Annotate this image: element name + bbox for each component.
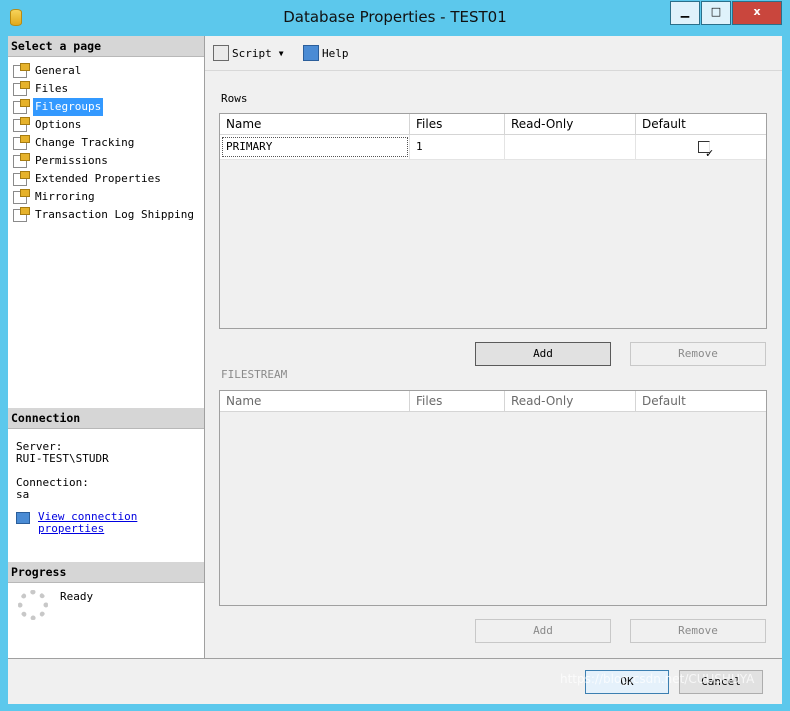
filestream-label: FILESTREAM <box>221 368 288 381</box>
page-icon <box>13 188 30 204</box>
sidebar-item-general[interactable]: General <box>8 62 204 80</box>
help-button[interactable]: Help <box>303 45 349 61</box>
column-header[interactable]: Name <box>220 114 410 134</box>
sidebar-item-transaction-log-shipping[interactable]: Transaction Log Shipping <box>8 206 204 224</box>
sidebar-item-label: Filegroups <box>33 98 104 116</box>
column-header[interactable]: Files <box>410 114 505 134</box>
column-header[interactable]: Default <box>636 391 766 411</box>
title-bar[interactable]: Database Properties - TEST01 ▁ □ x <box>0 0 790 36</box>
minimize-button[interactable]: ▁ <box>670 1 700 25</box>
right-pane: Script ▼ Help Rows Name Files Read-Only … <box>205 36 782 658</box>
page-icon <box>13 98 30 114</box>
close-button[interactable]: x <box>732 1 782 25</box>
name-cell[interactable]: PRIMARY <box>220 135 410 159</box>
sidebar-item-change-tracking[interactable]: Change Tracking <box>8 134 204 152</box>
sidebar-item-label: Mirroring <box>35 190 95 203</box>
progress-section: Progress Ready <box>8 562 204 620</box>
rows-grid[interactable]: Name Files Read-Only Default PRIMARY 1 ✓ <box>219 113 767 329</box>
link-text-line2[interactable]: properties <box>38 523 137 535</box>
sidebar-item-label: Files <box>35 82 69 95</box>
page-list: General Files Filegroups Options Change … <box>8 57 204 224</box>
connection-header: Connection <box>8 408 204 429</box>
column-header[interactable]: Default <box>636 114 766 134</box>
page-icon <box>13 152 30 168</box>
column-header[interactable]: Name <box>220 391 410 411</box>
read-only-cell[interactable] <box>505 135 636 159</box>
column-header[interactable]: Read-Only <box>505 391 636 411</box>
sidebar-item-filegroups[interactable]: Filegroups <box>8 98 204 116</box>
toolbar: Script ▼ Help <box>205 36 782 71</box>
page-icon <box>13 62 30 78</box>
sidebar-item-label: General <box>35 64 82 77</box>
watermark-text: https://blog.csdn.net/CUUSHUYA <box>560 672 755 686</box>
view-connection-properties-link[interactable]: View connection properties <box>16 511 196 535</box>
filestream-remove-button[interactable]: Remove <box>630 619 766 643</box>
table-row[interactable]: PRIMARY 1 ✓ <box>220 135 766 160</box>
rows-remove-button[interactable]: Remove <box>630 342 766 366</box>
page-icon <box>13 80 30 96</box>
rows-label: Rows <box>221 92 248 105</box>
page-icon <box>13 116 30 132</box>
server-value: RUI-TEST\STUDR <box>16 452 109 465</box>
default-cell[interactable]: ✓ <box>636 135 766 160</box>
grid-header: Name Files Read-Only Default <box>220 114 766 135</box>
script-label: Script <box>232 46 272 60</box>
sidebar-item-files[interactable]: Files <box>8 80 204 98</box>
sidebar-item-label: Options <box>35 118 82 131</box>
dropdown-caret-icon[interactable]: ▼ <box>279 49 284 58</box>
sidebar-item-mirroring[interactable]: Mirroring <box>8 188 204 206</box>
connection-value: sa <box>16 488 30 501</box>
filestream-add-button[interactable]: Add <box>475 619 611 643</box>
sidebar-item-options[interactable]: Options <box>8 116 204 134</box>
files-cell[interactable]: 1 <box>410 135 505 159</box>
connection-section: Connection Server: RUI-TEST\STUDR Connec… <box>8 408 204 535</box>
page-icon <box>13 170 30 186</box>
page-icon <box>13 206 30 222</box>
select-page-header: Select a page <box>8 36 204 57</box>
progress-spinner-icon <box>18 590 48 620</box>
filestream-grid[interactable]: Name Files Read-Only Default <box>219 390 767 606</box>
sidebar-item-label: Permissions <box>35 154 108 167</box>
page-icon <box>13 134 30 150</box>
connection-properties-icon <box>16 512 30 524</box>
progress-status: Ready <box>60 590 94 603</box>
rows-add-button[interactable]: Add <box>475 342 611 366</box>
sidebar-item-label: Transaction Log Shipping <box>35 208 194 221</box>
progress-header: Progress <box>8 562 204 583</box>
column-header[interactable]: Files <box>410 391 505 411</box>
dialog-frame: Select a page General Files Filegroups O… <box>8 36 782 704</box>
column-header[interactable]: Read-Only <box>505 114 636 134</box>
script-icon <box>213 45 229 61</box>
help-label: Help <box>322 46 349 60</box>
sidebar-item-label: Change Tracking <box>35 136 135 149</box>
sidebar-item-permissions[interactable]: Permissions <box>8 152 204 170</box>
maximize-button[interactable]: □ <box>701 1 731 25</box>
sidebar-item-label: Extended Properties <box>35 172 161 185</box>
connection-label: Connection: <box>16 476 89 489</box>
grid-header: Name Files Read-Only Default <box>220 391 766 412</box>
script-button[interactable]: Script ▼ <box>213 45 284 61</box>
default-checkbox[interactable]: ✓ <box>698 141 714 160</box>
left-pane: Select a page General Files Filegroups O… <box>8 36 205 658</box>
help-icon <box>303 45 319 61</box>
sidebar-item-extended-properties[interactable]: Extended Properties <box>8 170 204 188</box>
